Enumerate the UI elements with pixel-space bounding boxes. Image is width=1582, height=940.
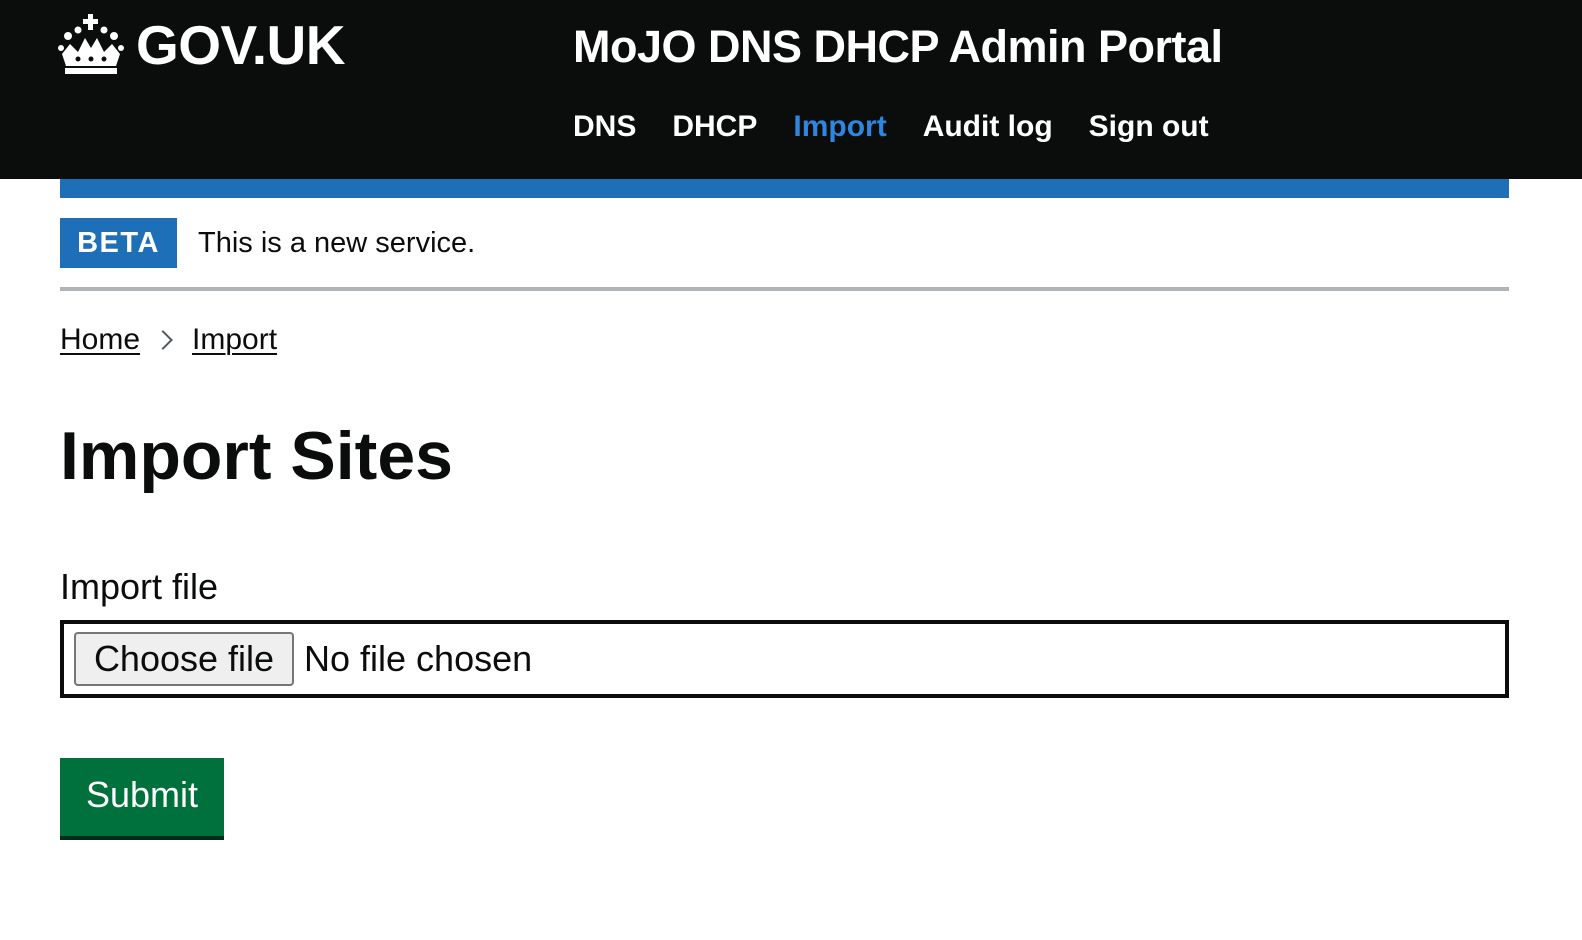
import-file-input[interactable]: Choose file No file chosen: [60, 620, 1509, 698]
submit-button[interactable]: Submit: [60, 758, 224, 836]
logo-text: GOV.UK: [136, 13, 345, 76]
choose-file-button[interactable]: Choose file: [74, 632, 294, 686]
breadcrumb-import-link[interactable]: Import: [192, 323, 277, 357]
govuk-logo-link[interactable]: GOV.UK: [58, 14, 345, 76]
service-name-link[interactable]: MoJO DNS DHCP Admin Portal: [573, 24, 1223, 69]
beta-tag: BETA: [60, 218, 177, 268]
nav-item-import[interactable]: Import: [793, 112, 886, 142]
phase-banner-text: This is a new service.: [198, 226, 476, 259]
file-status-text: No file chosen: [304, 638, 533, 679]
phase-banner-divider: [60, 287, 1509, 291]
nav-item-dhcp[interactable]: DHCP: [672, 112, 757, 142]
breadcrumb: Home Import: [60, 323, 277, 357]
site-header: GOV.UK MoJO DNS DHCP Admin Portal DNS DH…: [0, 0, 1582, 179]
primary-navigation: DNS DHCP Import Audit log Sign out: [573, 112, 1209, 142]
breadcrumb-home-link[interactable]: Home: [60, 323, 140, 357]
chevron-right-icon: [153, 330, 173, 350]
nav-item-dns[interactable]: DNS: [573, 112, 636, 142]
nav-item-sign-out[interactable]: Sign out: [1089, 112, 1209, 142]
page-title: Import Sites: [60, 418, 453, 494]
phase-banner: BETA This is a new service.: [60, 218, 475, 268]
crown-icon: [58, 14, 124, 76]
header-accent-bar: [60, 179, 1509, 198]
nav-item-audit-log[interactable]: Audit log: [923, 112, 1053, 142]
import-file-label: Import file: [60, 566, 219, 607]
